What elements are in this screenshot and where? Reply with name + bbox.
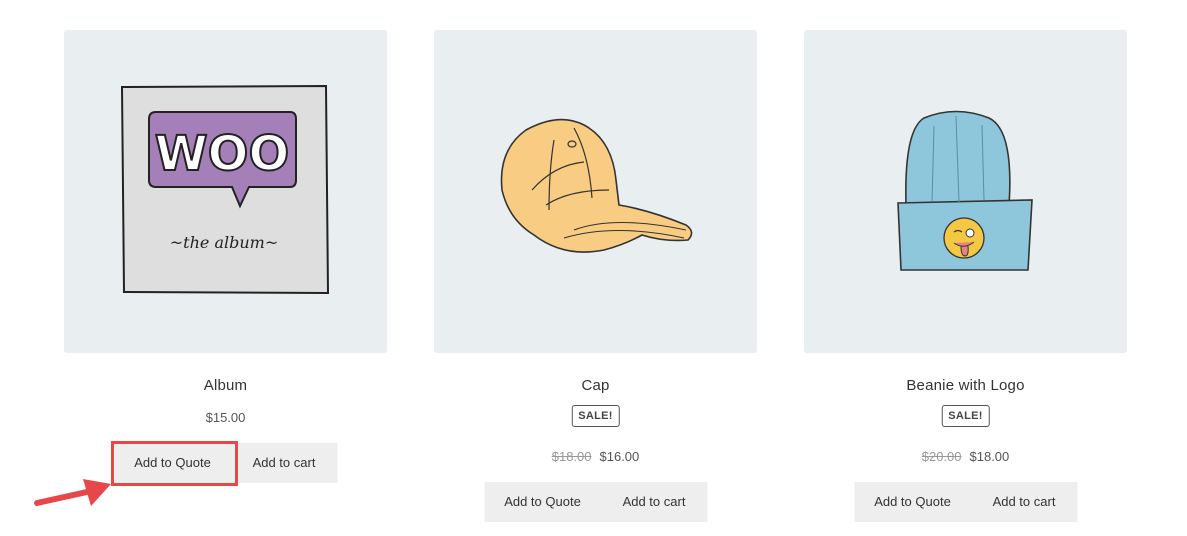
beanie-illustration-icon (897, 110, 1033, 271)
product-actions: Add to Quote Add to cart (114, 443, 337, 483)
add-to-quote-button[interactable]: Add to Quote (854, 482, 971, 522)
product-image-album[interactable]: WOO ~the album~ (64, 30, 387, 353)
cap-illustration-icon (500, 118, 693, 253)
product-price: $15.00 (205, 410, 246, 425)
add-to-cart-button[interactable]: Add to cart (231, 443, 337, 483)
old-price: $20.00 (921, 449, 962, 464)
sale-badge: SALE! (571, 405, 620, 427)
product-title[interactable]: Beanie with Logo (804, 377, 1127, 394)
add-to-quote-button[interactable]: Add to Quote (114, 443, 231, 483)
product-price: $18.00 $16.00 (434, 449, 757, 464)
sale-badge: SALE! (941, 405, 990, 427)
svg-text:~the album~: ~the album~ (170, 233, 278, 252)
product-actions: Add to Quote Add to cart (854, 482, 1077, 522)
product-card-album: WOO ~the album~ Album $15.00 Add to Quot… (64, 30, 387, 483)
product-image-cap[interactable] (434, 30, 757, 353)
product-price: $20.00 $18.00 (804, 449, 1127, 464)
old-price: $18.00 (551, 449, 592, 464)
woo-album-illustration-icon: WOO ~the album~ (120, 84, 330, 295)
add-to-cart-button[interactable]: Add to cart (601, 482, 707, 522)
product-card-cap: Cap SALE! $18.00 $16.00 Add to Quote Add … (434, 30, 757, 522)
sale-price: $18.00 (969, 449, 1010, 464)
sale-price: $16.00 (599, 449, 640, 464)
svg-text:WOO: WOO (155, 126, 290, 182)
add-to-cart-button[interactable]: Add to cart (971, 482, 1077, 522)
red-arrow-icon (34, 479, 111, 506)
add-to-quote-button[interactable]: Add to Quote (484, 482, 601, 522)
product-card-beanie: Beanie with Logo SALE! $20.00 $18.00 Add … (804, 30, 1127, 522)
product-title[interactable]: Album (64, 377, 387, 394)
product-title[interactable]: Cap (434, 377, 757, 394)
product-image-beanie[interactable] (804, 30, 1127, 353)
product-actions: Add to Quote Add to cart (484, 482, 707, 522)
